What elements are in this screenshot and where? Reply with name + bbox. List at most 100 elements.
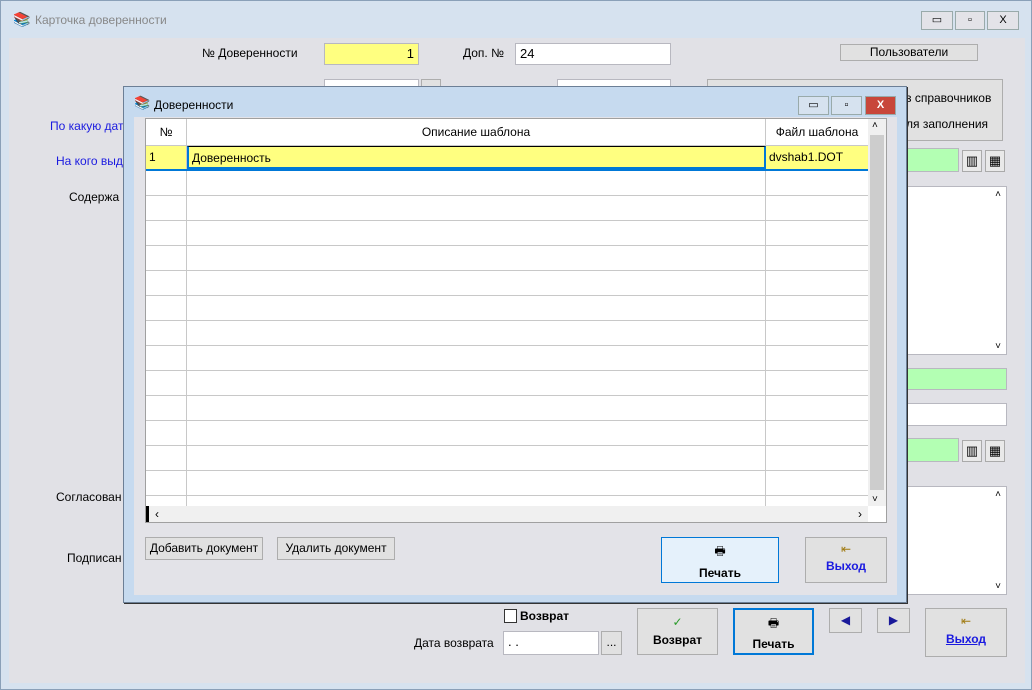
return-date-input[interactable]: . . [503, 631, 599, 655]
grid-cell[interactable] [146, 196, 187, 220]
add-document-button[interactable]: Добавить документ [145, 537, 263, 560]
dialog-exit-button[interactable]: ⇤ Выход [805, 537, 887, 583]
print-button[interactable]: 🖶 Печать [733, 608, 814, 655]
return-checkbox[interactable] [504, 609, 517, 623]
grid-cell[interactable] [766, 196, 868, 220]
exit-button-label: Выход [945, 632, 987, 646]
next-button[interactable]: ▶ [877, 608, 910, 633]
grid-cell[interactable] [187, 346, 766, 370]
grid-cell[interactable] [766, 371, 868, 395]
table-row[interactable] [146, 396, 868, 421]
table-row[interactable] [146, 321, 868, 346]
grid-cell[interactable] [187, 371, 766, 395]
table-icon[interactable]: ▦ [985, 440, 1005, 462]
table-row[interactable] [146, 271, 868, 296]
grid-cell[interactable] [187, 396, 766, 420]
previous-button[interactable]: ◀ [829, 608, 862, 633]
column-header-description[interactable]: Описание шаблона [187, 119, 766, 145]
return-date-picker[interactable]: ... [601, 631, 622, 655]
dialog-print-button[interactable]: 🖶 Печать [661, 537, 779, 583]
app-icon: 📚 [13, 11, 31, 27]
table-row[interactable] [146, 171, 868, 196]
table-row[interactable] [146, 221, 868, 246]
grid-cell[interactable] [766, 246, 868, 270]
grid-cell[interactable] [187, 421, 766, 445]
grid-cell[interactable] [146, 471, 187, 495]
dialog-minimize-button[interactable]: ▭ [798, 96, 829, 115]
table-row[interactable] [146, 296, 868, 321]
grid-header: № Описание шаблона Файл шаблона [146, 119, 868, 146]
grid-cell[interactable] [146, 296, 187, 320]
templates-grid[interactable]: № Описание шаблона Файл шаблона 1 Довере… [145, 118, 887, 523]
grid-cell[interactable] [146, 321, 187, 345]
grid-cell[interactable] [766, 346, 868, 370]
grid-cell[interactable] [766, 171, 868, 195]
table-icon[interactable]: ▦ [985, 150, 1005, 172]
vertical-scrollbar[interactable]: ˄ ˅ [868, 119, 886, 506]
cell-description[interactable]: Доверенность [187, 146, 766, 169]
grid-cell[interactable] [187, 271, 766, 295]
grid-cell[interactable] [766, 296, 868, 320]
window-title: Карточка доверенности [35, 13, 167, 27]
grid-cell[interactable] [187, 446, 766, 470]
grid-cell[interactable] [146, 396, 187, 420]
table-row[interactable] [146, 446, 868, 471]
dialog-maximize-button[interactable]: ▫ [831, 96, 862, 115]
scroll-up-icon[interactable]: ˄ [872, 120, 878, 131]
column-header-number[interactable]: № [146, 119, 187, 145]
close-button[interactable]: X [987, 11, 1019, 30]
label-content: Содержа [69, 190, 120, 204]
table-row[interactable] [146, 346, 868, 371]
grid-cell[interactable] [766, 421, 868, 445]
grid-cell[interactable] [146, 246, 187, 270]
scroll-right-icon[interactable]: › [858, 507, 862, 521]
grid-cell[interactable] [187, 296, 766, 320]
scroll-left-icon[interactable]: ‹ [155, 507, 159, 521]
horizontal-scrollbar[interactable]: ‹ › [146, 506, 868, 522]
table-row[interactable] [146, 196, 868, 221]
grid-cell[interactable] [146, 271, 187, 295]
grid-cell[interactable] [766, 446, 868, 470]
grid-cell[interactable] [146, 221, 187, 245]
grid-cell[interactable] [766, 396, 868, 420]
maximize-button[interactable]: ▫ [955, 11, 985, 30]
scroll-thumb[interactable] [870, 135, 884, 490]
grid-cell[interactable] [187, 196, 766, 220]
grid-cell[interactable] [146, 171, 187, 195]
users-button[interactable]: Пользователи [840, 44, 978, 61]
grid-cell[interactable] [146, 346, 187, 370]
dialog-close-button[interactable]: X [865, 96, 896, 115]
dialog-print-label: Печать [699, 566, 741, 580]
grid-cell[interactable] [146, 371, 187, 395]
column-header-file[interactable]: Файл шаблона [766, 119, 868, 145]
table-row[interactable] [146, 371, 868, 396]
cell-number[interactable]: 1 [146, 146, 187, 169]
grid-cell[interactable] [187, 246, 766, 270]
table-row[interactable] [146, 471, 868, 496]
grid-cell[interactable] [187, 171, 766, 195]
grid-cell[interactable] [146, 421, 187, 445]
grid-cell[interactable] [187, 221, 766, 245]
number-input[interactable]: 1 [324, 43, 419, 65]
delete-document-button[interactable]: Удалить документ [277, 537, 395, 560]
grid-cell[interactable] [146, 446, 187, 470]
exit-button[interactable]: ⇤ Выход [925, 608, 1007, 657]
table-row[interactable]: 1 Доверенность dvshab1.DOT [146, 146, 868, 171]
extra-number-input[interactable]: 24 [515, 43, 671, 65]
grid-cell[interactable] [766, 221, 868, 245]
grid-cell[interactable] [766, 271, 868, 295]
directory-icon[interactable]: ▥ [962, 150, 982, 172]
scroll-down-icon[interactable]: ˅ [872, 494, 878, 505]
table-row[interactable] [146, 421, 868, 446]
grid-cell[interactable] [187, 321, 766, 345]
directory-icon[interactable]: ▥ [962, 440, 982, 462]
panel-text-2: ля заполнения [906, 117, 989, 131]
grid-cell[interactable] [766, 471, 868, 495]
minimize-button[interactable]: ▭ [921, 11, 953, 30]
return-button[interactable]: ✓ Возврат [637, 608, 718, 655]
check-icon: ✓ [672, 615, 683, 629]
cell-file[interactable]: dvshab1.DOT [766, 146, 868, 169]
grid-cell[interactable] [766, 321, 868, 345]
table-row[interactable] [146, 246, 868, 271]
grid-cell[interactable] [187, 471, 766, 495]
